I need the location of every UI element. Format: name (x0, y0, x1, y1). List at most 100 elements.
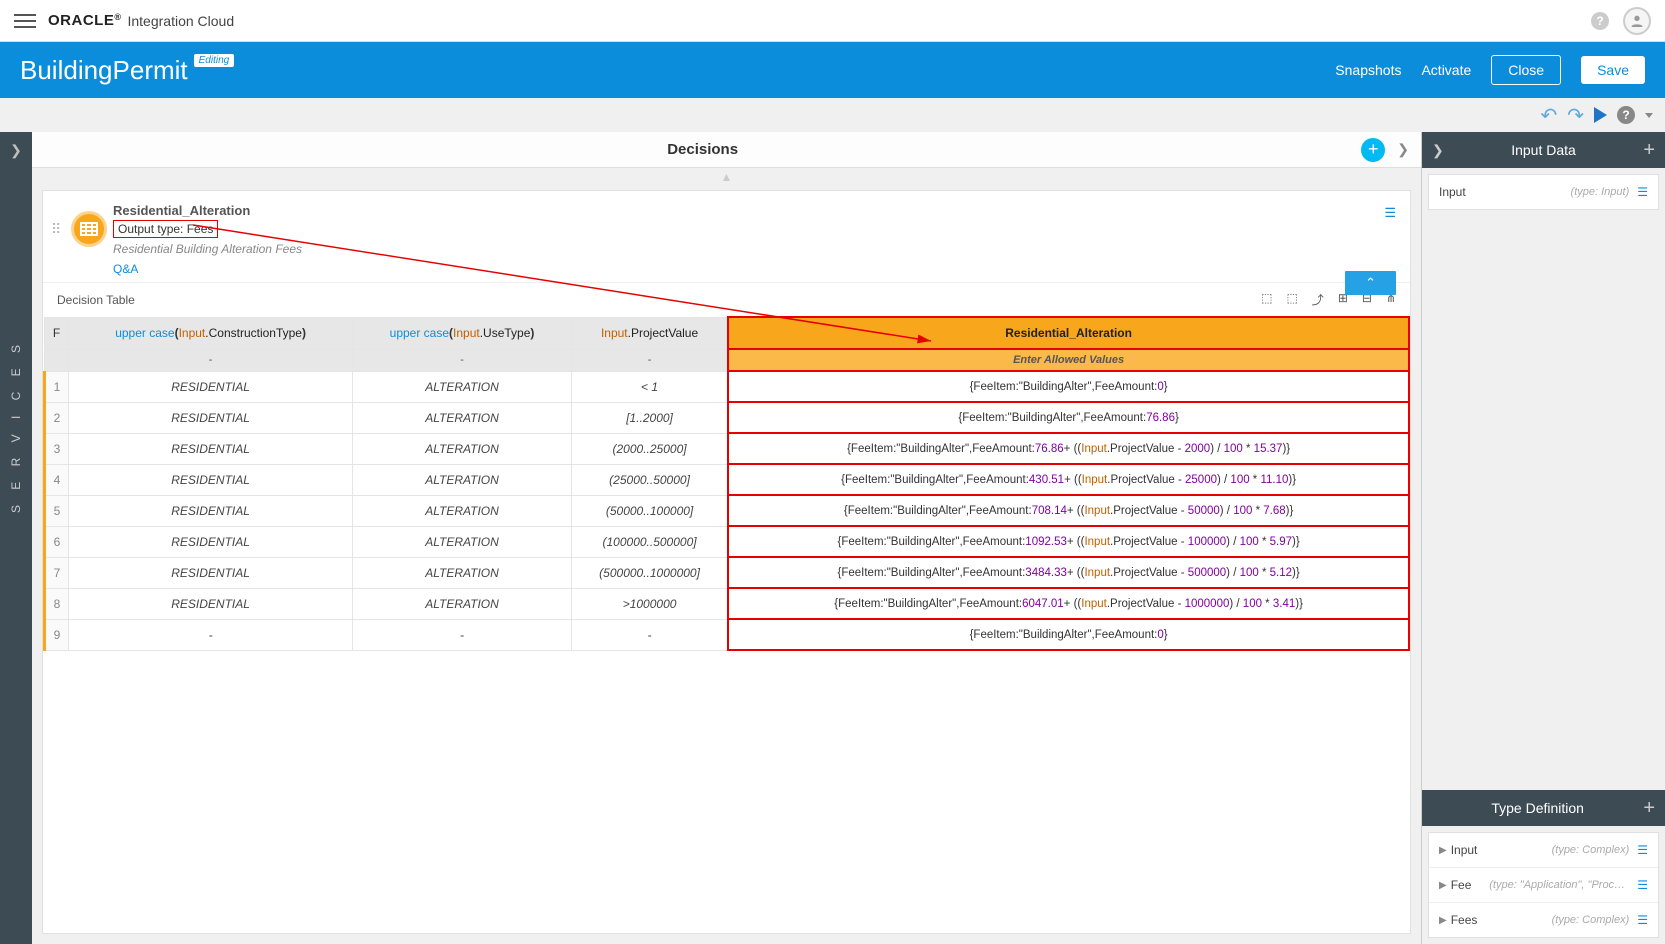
activate-link[interactable]: Activate (1421, 62, 1471, 78)
decision-title: Residential_Alteration (113, 203, 1390, 218)
chevron-right-icon[interactable]: ▶ (1439, 880, 1447, 891)
collapse-button[interactable]: ⌃ (1345, 271, 1396, 295)
cell-value[interactable]: RESIDENTIAL (69, 588, 353, 619)
cell-value[interactable]: (2000..25000] (571, 433, 728, 464)
sub-output-allowed[interactable]: Enter Allowed Values (728, 349, 1409, 371)
help-icon[interactable]: ? (1617, 106, 1635, 124)
chevron-right-icon[interactable]: ▶ (1439, 845, 1447, 856)
output-cell[interactable]: {FeeItem:"BuildingAlter",FeeAmount:76.86… (728, 402, 1409, 433)
cell-value[interactable]: RESIDENTIAL (69, 557, 353, 588)
add-input-icon[interactable]: + (1643, 139, 1655, 162)
cell-value[interactable]: RESIDENTIAL (69, 433, 353, 464)
table-row[interactable]: 2RESIDENTIALALTERATION[1..2000]{FeeItem:… (45, 402, 1410, 433)
table-row[interactable]: 8RESIDENTIALALTERATION>1000000{FeeItem:"… (45, 588, 1410, 619)
add-type-icon[interactable]: + (1643, 797, 1655, 820)
cell-value[interactable]: ALTERATION (353, 402, 572, 433)
redo-icon[interactable]: ↷ (1567, 103, 1584, 128)
collapse-chevron-icon[interactable]: ▲ (32, 168, 1421, 186)
close-button[interactable]: Close (1491, 55, 1561, 85)
chevron-right-icon[interactable]: ❯ (1432, 142, 1444, 159)
sub-dash: - (353, 349, 572, 371)
chevron-right-icon[interactable]: ❯ (10, 142, 22, 159)
help-icon[interactable]: ? (1591, 12, 1609, 30)
output-cell[interactable]: {FeeItem:"BuildingAlter",FeeAmount:430.5… (728, 464, 1409, 495)
cell-value[interactable]: - (353, 619, 572, 650)
item-menu-icon[interactable]: ☰ (1637, 843, 1648, 857)
cell-value[interactable]: (500000..1000000] (571, 557, 728, 588)
add-decision-button[interactable]: + (1361, 138, 1385, 162)
hamburger-menu-icon[interactable] (14, 10, 36, 32)
type-list: ▶Input(type: Complex)☰▶Fee(type: "Applic… (1428, 832, 1659, 938)
type-item[interactable]: ▶Fees(type: Complex)☰ (1429, 903, 1658, 937)
save-button[interactable]: Save (1581, 56, 1645, 84)
col-output[interactable]: Residential_Alteration (728, 317, 1409, 349)
services-rail[interactable]: ❯ S E R V I C E S (0, 132, 32, 944)
dt-tool-icon-1[interactable]: ⬚ (1261, 291, 1272, 308)
dt-tool-icon-3[interactable]: ⤴ (1312, 291, 1324, 308)
table-row[interactable]: 9---{FeeItem:"BuildingAlter",FeeAmount:0… (45, 619, 1410, 650)
user-avatar-icon[interactable] (1623, 7, 1651, 35)
output-cell[interactable]: {FeeItem:"BuildingAlter",FeeAmount:3484.… (728, 557, 1409, 588)
cell-value[interactable]: ALTERATION (353, 464, 572, 495)
cell-value[interactable]: ALTERATION (353, 588, 572, 619)
oracle-logo: ORACLE® (48, 12, 121, 29)
col-use-type[interactable]: upper case(Input.UseType) (353, 317, 572, 349)
run-icon[interactable] (1594, 107, 1607, 123)
cell-value[interactable]: ALTERATION (353, 526, 572, 557)
cell-value[interactable]: RESIDENTIAL (69, 495, 353, 526)
cell-value[interactable]: (50000..100000] (571, 495, 728, 526)
card-menu-icon[interactable]: ☰ (1384, 205, 1396, 221)
services-label: S E R V I C E S (9, 339, 23, 513)
cell-value[interactable]: RESIDENTIAL (69, 464, 353, 495)
chevron-right-icon[interactable]: ▶ (1439, 915, 1447, 926)
cell-value[interactable]: < 1 (571, 371, 728, 402)
cell-value[interactable]: RESIDENTIAL (69, 402, 353, 433)
type-item[interactable]: ▶Fee(type: "Application", "Processing", … (1429, 868, 1658, 903)
drag-handle-icon[interactable]: ⠿ (51, 221, 61, 238)
cell-value[interactable]: - (69, 619, 353, 650)
cell-value[interactable]: [1..2000] (571, 402, 728, 433)
cell-value[interactable]: ALTERATION (353, 433, 572, 464)
output-cell[interactable]: {FeeItem:"BuildingAlter",FeeAmount:76.86… (728, 433, 1409, 464)
page-title: BuildingPermit (20, 55, 188, 86)
cell-value[interactable]: (100000..500000] (571, 526, 728, 557)
decision-table-label: Decision Table (57, 293, 135, 307)
row-number: 9 (45, 619, 69, 650)
decision-table-icon (71, 211, 107, 247)
table-row[interactable]: 5RESIDENTIALALTERATION(50000..100000]{Fe… (45, 495, 1410, 526)
dropdown-caret-icon[interactable] (1645, 113, 1653, 118)
table-row[interactable]: 4RESIDENTIALALTERATION(25000..50000]{Fee… (45, 464, 1410, 495)
cell-value[interactable]: ALTERATION (353, 495, 572, 526)
dt-tool-icon-2[interactable]: ⬚ (1286, 291, 1297, 308)
table-row[interactable]: 6RESIDENTIALALTERATION(100000..500000]{F… (45, 526, 1410, 557)
output-cell[interactable]: {FeeItem:"BuildingAlter",FeeAmount:708.1… (728, 495, 1409, 526)
qa-link[interactable]: Q&A (113, 262, 138, 276)
cell-value[interactable]: - (571, 619, 728, 650)
table-row[interactable]: 3RESIDENTIALALTERATION(2000..25000]{FeeI… (45, 433, 1410, 464)
decisions-heading: Decisions (44, 141, 1361, 158)
output-cell[interactable]: {FeeItem:"BuildingAlter",FeeAmount:6047.… (728, 588, 1409, 619)
output-cell[interactable]: {FeeItem:"BuildingAlter",FeeAmount:0} (728, 619, 1409, 650)
cell-value[interactable]: ALTERATION (353, 371, 572, 402)
input-item[interactable]: Input (type: Input) ☰ (1429, 175, 1658, 209)
panel-toggle-icon[interactable]: ❯ (1397, 141, 1409, 158)
table-row[interactable]: 1RESIDENTIALALTERATION< 1{FeeItem:"Build… (45, 371, 1410, 402)
cell-value[interactable]: RESIDENTIAL (69, 526, 353, 557)
cell-value[interactable]: (25000..50000] (571, 464, 728, 495)
table-row[interactable]: 7RESIDENTIALALTERATION(500000..1000000]{… (45, 557, 1410, 588)
type-item[interactable]: ▶Input(type: Complex)☰ (1429, 833, 1658, 868)
output-cell[interactable]: {FeeItem:"BuildingAlter",FeeAmount:0} (728, 371, 1409, 402)
item-menu-icon[interactable]: ☰ (1637, 913, 1648, 927)
input-data-title: Input Data (1444, 142, 1644, 158)
hit-policy-header[interactable]: F (45, 317, 69, 349)
item-menu-icon[interactable]: ☰ (1637, 185, 1648, 199)
col-construction-type[interactable]: upper case(Input.ConstructionType) (69, 317, 353, 349)
output-cell[interactable]: {FeeItem:"BuildingAlter",FeeAmount:1092.… (728, 526, 1409, 557)
cell-value[interactable]: >1000000 (571, 588, 728, 619)
cell-value[interactable]: ALTERATION (353, 557, 572, 588)
col-project-value[interactable]: Input.ProjectValue (571, 317, 728, 349)
cell-value[interactable]: RESIDENTIAL (69, 371, 353, 402)
undo-icon[interactable]: ↶ (1540, 103, 1557, 128)
item-menu-icon[interactable]: ☰ (1637, 878, 1648, 892)
snapshots-link[interactable]: Snapshots (1335, 62, 1401, 78)
